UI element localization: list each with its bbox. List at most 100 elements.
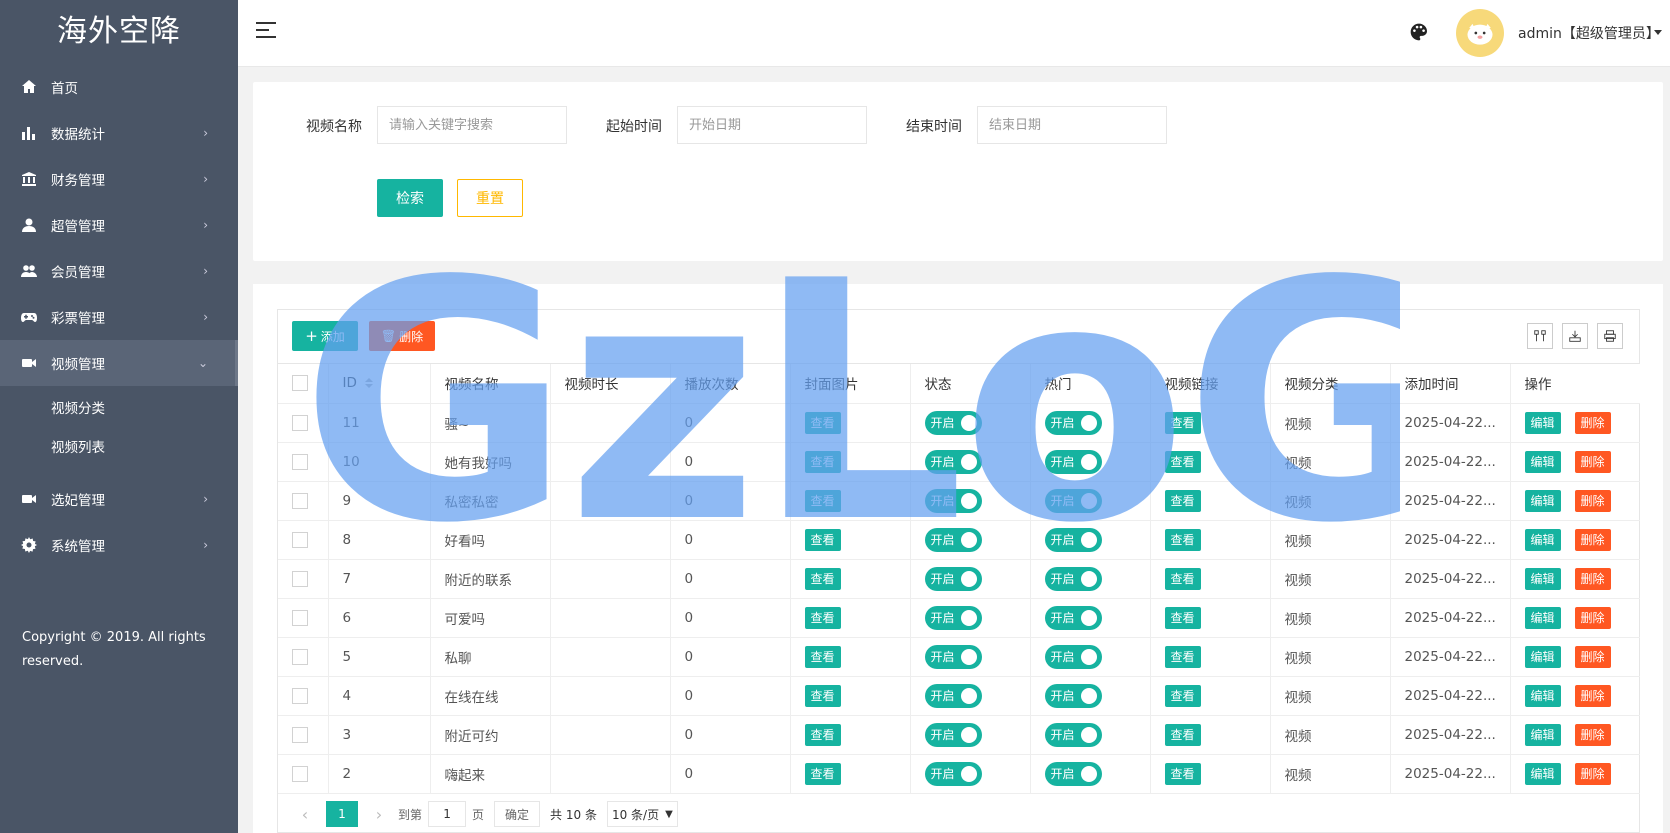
row-checkbox[interactable] (292, 570, 308, 587)
hot-toggle[interactable]: 开启 (1044, 488, 1102, 513)
view-link-button[interactable]: 查看 (1164, 489, 1201, 512)
hot-toggle[interactable]: 开启 (1044, 722, 1102, 747)
view-link-button[interactable]: 查看 (1164, 411, 1201, 434)
sidebar-item-sidebar-items-2[interactable]: 财务管理 › (0, 156, 238, 202)
columns-filter-icon[interactable] (1527, 323, 1553, 349)
row-checkbox[interactable] (292, 687, 308, 704)
edit-button[interactable]: 编辑 (1524, 450, 1561, 473)
row-checkbox[interactable] (292, 648, 308, 665)
select-all-checkbox[interactable] (292, 375, 308, 392)
edit-button[interactable]: 编辑 (1524, 489, 1561, 512)
hot-toggle[interactable]: 开启 (1044, 410, 1102, 435)
view-cover-button[interactable]: 查看 (804, 606, 841, 629)
submenu-item[interactable]: 视频分类 (0, 390, 238, 429)
add-button[interactable]: + 添加 (292, 321, 358, 351)
delete-button[interactable]: 删除 (1574, 567, 1611, 590)
view-cover-button[interactable]: 查看 (804, 450, 841, 473)
view-cover-button[interactable]: 查看 (804, 528, 841, 551)
status-toggle[interactable]: 开启 (924, 410, 982, 435)
print-icon[interactable] (1597, 323, 1623, 349)
view-link-button[interactable]: 查看 (1164, 567, 1201, 590)
prev-page-icon[interactable]: ‹ (292, 801, 318, 827)
search-button[interactable]: 检索 (377, 179, 443, 217)
row-checkbox[interactable] (292, 531, 308, 548)
sidebar-item-sidebar-items-6[interactable]: 视频管理 ⌄ (0, 340, 238, 386)
hot-toggle[interactable]: 开启 (1044, 644, 1102, 669)
view-link-button[interactable]: 查看 (1164, 606, 1201, 629)
status-toggle[interactable]: 开启 (924, 722, 982, 747)
delete-button[interactable]: 删除 (1574, 489, 1611, 512)
status-toggle[interactable]: 开启 (924, 488, 982, 513)
chevron-down-icon[interactable] (1654, 30, 1662, 35)
avatar[interactable] (1456, 9, 1504, 57)
menu-toggle-icon[interactable] (256, 22, 278, 42)
edit-button[interactable]: 编辑 (1524, 723, 1561, 746)
delete-button[interactable]: 删除 (1574, 645, 1611, 668)
user-menu[interactable]: admin【超级管理员】 (1518, 23, 1660, 43)
reset-button[interactable]: 重置 (457, 179, 523, 217)
status-toggle[interactable]: 开启 (924, 527, 982, 552)
status-toggle[interactable]: 开启 (924, 449, 982, 474)
status-toggle[interactable]: 开启 (924, 761, 982, 786)
edit-button[interactable]: 编辑 (1524, 645, 1561, 668)
hot-toggle[interactable]: 开启 (1044, 527, 1102, 552)
page-size-select[interactable]: 10 条/页 ▼ (606, 801, 678, 827)
hot-toggle[interactable]: 开启 (1044, 761, 1102, 786)
delete-button[interactable]: 删除 (1574, 684, 1611, 707)
edit-button[interactable]: 编辑 (1524, 606, 1561, 629)
view-cover-button[interactable]: 查看 (804, 762, 841, 785)
hot-toggle[interactable]: 开启 (1044, 605, 1102, 630)
edit-button[interactable]: 编辑 (1524, 528, 1561, 551)
row-checkbox[interactable] (292, 609, 308, 626)
status-toggle[interactable]: 开启 (924, 683, 982, 708)
view-cover-button[interactable]: 查看 (804, 684, 841, 707)
hot-toggle[interactable]: 开启 (1044, 566, 1102, 591)
current-page[interactable]: 1 (326, 801, 358, 827)
goto-page-input[interactable] (428, 801, 467, 827)
sort-icon[interactable] (364, 378, 373, 389)
view-cover-button[interactable]: 查看 (804, 567, 841, 590)
edit-button[interactable]: 编辑 (1524, 684, 1561, 707)
delete-button[interactable]: 删除 (1574, 450, 1611, 473)
delete-button[interactable]: 删除 (1574, 723, 1611, 746)
status-toggle[interactable]: 开启 (924, 605, 982, 630)
next-page-icon[interactable]: › (366, 801, 392, 827)
view-cover-button[interactable]: 查看 (804, 723, 841, 746)
view-cover-button[interactable]: 查看 (804, 645, 841, 668)
row-checkbox[interactable] (292, 453, 308, 470)
start-date-input[interactable] (677, 106, 867, 144)
view-link-button[interactable]: 查看 (1164, 762, 1201, 785)
batch-delete-button[interactable]: 🗑 删除 (369, 321, 435, 351)
view-link-button[interactable]: 查看 (1164, 645, 1201, 668)
video-name-input[interactable] (377, 106, 567, 144)
delete-button[interactable]: 删除 (1574, 528, 1611, 551)
confirm-page-button[interactable]: 确定 (494, 801, 541, 827)
edit-button[interactable]: 编辑 (1524, 411, 1561, 434)
sidebar-item-sidebar-items-3[interactable]: 超管管理 › (0, 202, 238, 248)
hot-toggle[interactable]: 开启 (1044, 683, 1102, 708)
row-checkbox[interactable] (292, 414, 308, 431)
sidebar-item-sidebar-items-0[interactable]: 首页 (0, 64, 238, 110)
sidebar-item-sidebar-items_after-0[interactable]: 选妃管理 › (0, 476, 238, 522)
delete-button[interactable]: 删除 (1574, 762, 1611, 785)
row-checkbox[interactable] (292, 726, 308, 743)
view-link-button[interactable]: 查看 (1164, 450, 1201, 473)
sidebar-item-sidebar-items-4[interactable]: 会员管理 › (0, 248, 238, 294)
row-checkbox[interactable] (292, 765, 308, 782)
end-date-input[interactable] (977, 106, 1167, 144)
row-checkbox[interactable] (292, 492, 308, 509)
status-toggle[interactable]: 开启 (924, 644, 982, 669)
view-link-button[interactable]: 查看 (1164, 528, 1201, 551)
submenu-item[interactable]: 视频列表 (0, 429, 238, 468)
sidebar-item-sidebar-items-1[interactable]: 数据统计 › (0, 110, 238, 156)
view-cover-button[interactable]: 查看 (804, 411, 841, 434)
view-link-button[interactable]: 查看 (1164, 723, 1201, 746)
delete-button[interactable]: 删除 (1574, 606, 1611, 629)
column-header[interactable]: ID (328, 364, 431, 404)
view-link-button[interactable]: 查看 (1164, 684, 1201, 707)
export-icon[interactable] (1562, 323, 1588, 349)
delete-button[interactable]: 删除 (1574, 411, 1611, 434)
edit-button[interactable]: 编辑 (1524, 567, 1561, 590)
status-toggle[interactable]: 开启 (924, 566, 982, 591)
sidebar-item-sidebar-items_after-1[interactable]: 系统管理 › (0, 522, 238, 568)
